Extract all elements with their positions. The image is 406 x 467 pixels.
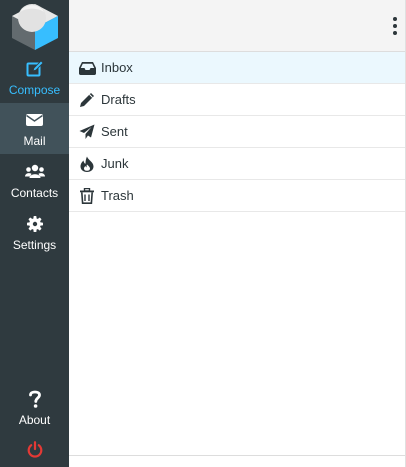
fire-icon <box>77 154 97 174</box>
mail-app: Compose Mail Contacts Settings About Inb… <box>0 0 406 467</box>
sidebar-item-label: Contacts <box>10 185 59 200</box>
compose-icon <box>25 59 45 79</box>
vertical-ellipsis-icon <box>393 17 397 21</box>
paper-plane-icon <box>77 122 97 142</box>
sidebar-item-label: Compose <box>8 82 61 97</box>
question-icon <box>25 389 45 409</box>
inbox-icon <box>77 58 97 78</box>
folder-label: Trash <box>101 187 134 203</box>
vertical-ellipsis-icon <box>393 24 397 28</box>
sidebar: Compose Mail Contacts Settings About <box>0 0 69 467</box>
folder-trash[interactable]: Trash <box>69 180 406 212</box>
sidebar-item-about[interactable]: About <box>0 384 69 432</box>
trash-icon <box>77 186 97 206</box>
folder-label: Inbox <box>101 59 133 75</box>
folder-label: Junk <box>101 155 129 171</box>
sidebar-item-label: Mail <box>23 133 46 148</box>
users-icon <box>24 162 45 182</box>
folder-list: Inbox Drafts Sent Junk Trash <box>69 52 406 455</box>
folder-drafts[interactable]: Drafts <box>69 84 406 116</box>
folder-junk[interactable]: Junk <box>69 148 406 180</box>
vertical-ellipsis-icon <box>393 31 397 35</box>
sidebar-item-settings[interactable]: Settings <box>0 207 69 258</box>
sidebar-item-label: About <box>18 413 51 427</box>
sidebar-item-compose[interactable]: Compose <box>0 52 69 103</box>
footer-bar <box>69 455 406 467</box>
pencil-icon <box>77 90 97 110</box>
folder-label: Drafts <box>101 91 136 107</box>
folder-sent[interactable]: Sent <box>69 116 406 148</box>
sidebar-item-label: Settings <box>12 237 57 252</box>
envelope-icon <box>25 110 45 130</box>
folder-label: Sent <box>101 123 128 139</box>
more-options-button[interactable] <box>388 14 402 38</box>
folder-inbox[interactable]: Inbox <box>69 52 406 84</box>
sidebar-item-contacts[interactable]: Contacts <box>0 155 69 206</box>
gear-icon <box>25 214 45 234</box>
sidebar-item-mail[interactable]: Mail <box>0 103 69 154</box>
toolbar-header <box>69 0 406 52</box>
power-icon <box>25 440 45 460</box>
logout-button[interactable] <box>0 432 69 467</box>
app-logo[interactable] <box>0 0 69 52</box>
